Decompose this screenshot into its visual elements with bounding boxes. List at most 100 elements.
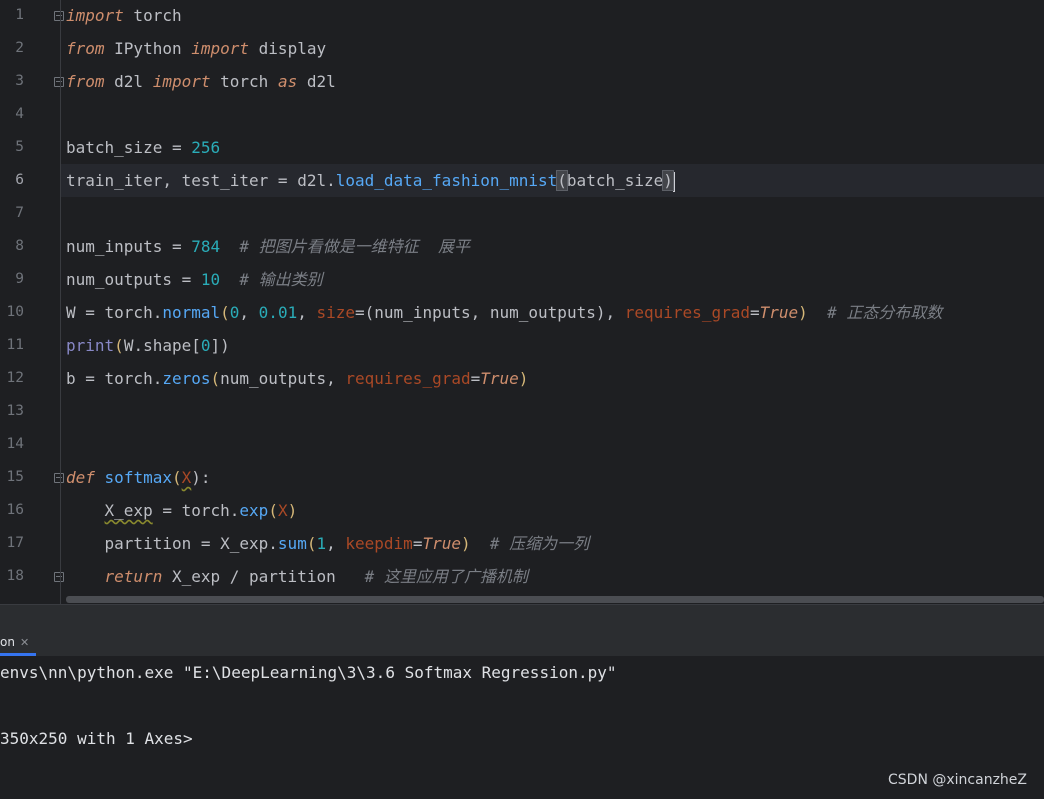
code-text: num_inputs = <box>66 237 192 256</box>
line-number: 5 <box>15 139 24 155</box>
number-literal: 0 <box>229 303 240 322</box>
builtin-function: print <box>66 336 115 355</box>
keyword: True <box>480 369 519 388</box>
keyword-argument: size <box>316 303 355 322</box>
fold-collapse-icon[interactable] <box>54 77 64 87</box>
code-line[interactable]: partition = X_exp.sum(1, keepdim=True) #… <box>66 527 590 560</box>
keyword: from <box>66 39 105 58</box>
function-call: zeros <box>162 369 211 388</box>
line-number-gutter: 1 2 3 4 5 6 7 8 9 10 11 12 13 14 15 16 1… <box>0 0 58 604</box>
number-literal: 256 <box>191 138 221 157</box>
code-text: b = torch. <box>66 369 163 388</box>
bracket: ) <box>460 534 471 553</box>
code-line[interactable]: num_inputs = 784 # 把图片看做是一维特征 展平 <box>66 230 470 263</box>
run-tool-window-tabs: on ✕ <box>0 628 1044 657</box>
function-call: sum <box>277 534 307 553</box>
horizontal-scrollbar[interactable] <box>66 596 1044 603</box>
line-number: 12 <box>6 370 24 386</box>
fold-collapse-icon[interactable] <box>54 11 64 21</box>
code-text: X_exp / partition <box>162 567 336 586</box>
code-line[interactable]: b = torch.zeros(num_outputs, requires_gr… <box>66 362 528 395</box>
line-number: 6 <box>15 172 24 188</box>
bracket: ( <box>220 303 230 322</box>
code-line[interactable]: from IPython import display <box>66 32 326 65</box>
code-text: ): <box>191 468 211 487</box>
line-number: 9 <box>15 271 24 287</box>
keyword: True <box>422 534 461 553</box>
code-text: torch <box>123 6 182 25</box>
comment: # 正态分布取数 <box>807 303 943 322</box>
code-line[interactable]: batch_size = 256 <box>66 131 220 164</box>
code-text: num_outputs, <box>220 369 346 388</box>
parameter: X <box>277 501 288 520</box>
number-literal: 784 <box>191 237 221 256</box>
code-text: = <box>412 534 423 553</box>
line-number: 18 <box>6 568 24 584</box>
number-literal: 1 <box>316 534 327 553</box>
code-text: = <box>470 369 481 388</box>
code-line[interactable]: train_iter, test_iter = d2l.load_data_fa… <box>66 164 675 197</box>
console-line: envs\nn\python.exe "E:\DeepLearning\3\3.… <box>0 663 617 682</box>
code-text: , <box>605 303 625 322</box>
bracket: ( <box>171 468 182 487</box>
comment: # 压缩为一列 <box>470 534 590 553</box>
code-text: = <box>355 303 365 322</box>
code-line[interactable]: num_outputs = 10 # 输出类别 <box>66 263 323 296</box>
line-number: 11 <box>6 337 24 353</box>
bracket: ) <box>798 303 808 322</box>
panel-header <box>0 604 1044 629</box>
line-number: 1 <box>15 7 24 23</box>
line-number: 17 <box>6 535 24 551</box>
comment: # 把图片看做是一维特征 展平 <box>220 237 470 256</box>
function-definition: softmax <box>104 468 172 487</box>
function-call: normal <box>162 303 221 322</box>
code-line[interactable]: def softmax(X): <box>66 461 211 494</box>
comment: # 这里应用了广播机制 <box>335 567 528 586</box>
keyword: as <box>277 72 298 91</box>
text-caret <box>672 171 675 192</box>
close-icon[interactable]: ✕ <box>20 636 29 649</box>
code-line[interactable]: return X_exp / partition # 这里应用了广播机制 <box>66 560 528 593</box>
code-text: = torch. <box>152 501 240 520</box>
keyword: import <box>191 39 250 58</box>
bracket: ( <box>210 369 221 388</box>
parameter: X <box>181 468 192 487</box>
keyword-argument: requires_grad <box>345 369 471 388</box>
code-text: train_iter, test_iter = d2l. <box>66 171 336 190</box>
line-number: 14 <box>6 436 24 452</box>
fold-collapse-icon[interactable] <box>54 473 64 483</box>
code-text: , <box>239 303 259 322</box>
code-text: d2l <box>297 72 336 91</box>
keyword: from <box>66 72 105 91</box>
line-number: 4 <box>15 106 24 122</box>
code-text: ]) <box>210 336 230 355</box>
code-text: num_outputs = <box>66 270 201 289</box>
code-text: partition = X_exp. <box>104 534 278 553</box>
keyword: import <box>152 72 211 91</box>
code-line[interactable]: W = torch.normal(0, 0.01, size=(num_inpu… <box>66 296 942 329</box>
code-line[interactable]: X_exp = torch.exp(X) <box>66 494 298 527</box>
line-number: 15 <box>6 469 24 485</box>
indent-guide <box>60 0 61 604</box>
tab-label: on <box>0 635 15 649</box>
line-number: 10 <box>6 304 24 320</box>
line-number: 2 <box>15 40 24 56</box>
keyword: def <box>66 468 95 487</box>
keyword: import <box>66 6 124 25</box>
code-line[interactable]: from d2l import torch as d2l <box>66 65 336 98</box>
tab-run[interactable]: on ✕ <box>0 628 33 656</box>
code-text: batch_size <box>566 171 664 190</box>
line-number: 7 <box>15 205 24 221</box>
function-call: exp <box>239 501 269 520</box>
keyword: True <box>759 303 799 322</box>
fold-expand-icon[interactable] <box>54 572 64 582</box>
code-editor[interactable]: 1 2 3 4 5 6 7 8 9 10 11 12 13 14 15 16 1… <box>0 0 1044 604</box>
bracket: ( <box>268 501 278 520</box>
line-number: 16 <box>6 502 24 518</box>
code-text: W = torch. <box>66 303 163 322</box>
code-line[interactable]: import torch <box>66 0 182 32</box>
code-line[interactable]: print(W.shape[0]) <box>66 329 230 362</box>
